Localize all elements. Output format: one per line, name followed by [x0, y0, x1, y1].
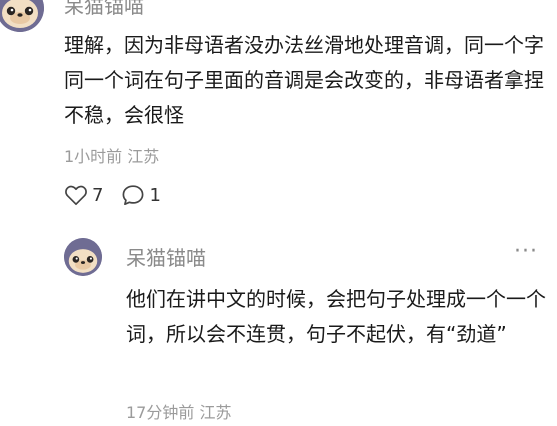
speech-bubble-outline-icon — [123, 185, 144, 206]
seal-avatar-icon — [64, 238, 102, 276]
reply-button[interactable]: 1 — [121, 184, 161, 206]
heart-outline-icon — [65, 185, 87, 206]
reply-avatar[interactable] — [64, 238, 102, 276]
reply-text: 他们在讲中文的时候，会把句子处理成一个一个词，所以会不连贯，句子不起伏，有“劲道… — [126, 287, 546, 346]
comment-location: 江苏 — [127, 147, 160, 166]
reply-time: 17分钟前 — [126, 403, 195, 422]
comment-actions: 7 1 — [64, 182, 161, 208]
comment-author[interactable]: 呆猫锚喵 — [64, 0, 144, 19]
avatar[interactable] — [0, 0, 44, 32]
comment-time: 1小时前 — [64, 147, 123, 166]
comment-meta: 1小时前 江苏 — [64, 143, 159, 167]
reply-meta: 17分钟前 江苏 — [126, 399, 231, 423]
like-button[interactable]: 7 — [64, 184, 103, 206]
reply-author[interactable]: 呆猫锚喵 — [126, 242, 206, 271]
reply-comment: 呆猫锚喵 ··· 他们在讲中文的时候，会把句子处理成一个一个词，所以会不连贯，句… — [0, 226, 557, 426]
comment-text: 理解，因为非母语者没办法丝滑地处理音调，同一个字同一个词在句子里面的音调是会改变… — [64, 33, 544, 127]
reply-location: 江苏 — [199, 403, 232, 422]
comment: 呆猫锚喵 ··· 理解，因为非母语者没办法丝滑地处理音调，同一个字同一个词在句子… — [0, 0, 557, 226]
seal-avatar-icon — [0, 0, 44, 32]
like-count: 7 — [92, 184, 104, 206]
more-options-icon[interactable]: ··· — [514, 0, 538, 11]
more-options-icon[interactable]: ··· — [514, 239, 538, 264]
reply-count: 1 — [149, 184, 161, 206]
